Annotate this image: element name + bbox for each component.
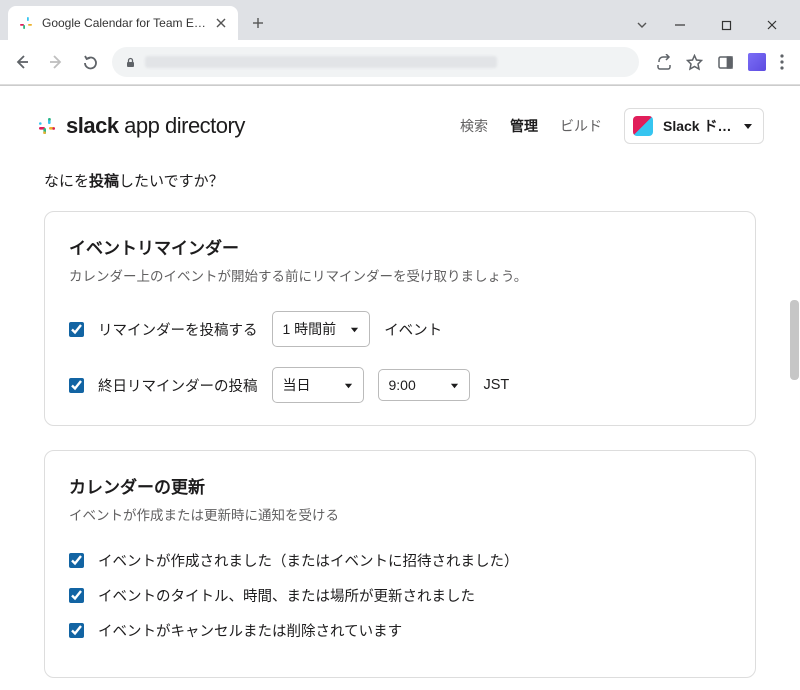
lock-icon	[124, 56, 137, 69]
reminder-subtitle: カレンダー上のイベントが開始する前にリマインダーを受け取りましょう。	[69, 265, 731, 285]
update-label: イベントがキャンセルまたは削除されています	[98, 620, 402, 641]
nav-build[interactable]: ビルド	[560, 116, 602, 136]
update-label: イベントのタイトル、時間、または場所が更新されました	[98, 585, 475, 606]
caret-down-icon	[743, 121, 753, 131]
nav-search[interactable]: 検索	[460, 116, 488, 136]
caret-down-icon	[344, 381, 353, 390]
share-icon[interactable]	[655, 54, 672, 71]
update-checkbox-updated[interactable]	[69, 588, 84, 603]
allday-reminder-label: 終日リマインダーの投稿	[98, 375, 258, 396]
workspace-icon	[633, 116, 653, 136]
browser-toolbar	[0, 40, 800, 85]
tab-overflow-icon[interactable]	[630, 10, 654, 40]
url-blurred	[145, 56, 497, 68]
caret-down-icon	[350, 325, 359, 334]
browser-chrome: Google Calendar for Team Events	[0, 0, 800, 86]
tab-close-icon[interactable]	[214, 16, 228, 30]
menu-kebab-icon[interactable]	[780, 54, 784, 70]
browser-titlebar: Google Calendar for Team Events	[0, 0, 800, 40]
allday-reminder-checkbox[interactable]	[69, 378, 84, 393]
content-area: なにを投稿したいですか？ イベントリマインダー カレンダー上のイベントが開始する…	[0, 158, 800, 690]
browser-tab[interactable]: Google Calendar for Team Events	[8, 6, 238, 40]
update-row-2: イベントがキャンセルまたは削除されています	[69, 620, 731, 641]
workspace-name: Slack ドク...	[663, 116, 733, 136]
update-label: イベントが作成されました（またはイベントに招待されました）	[98, 550, 519, 571]
nav-manage[interactable]: 管理	[510, 116, 538, 136]
scrollbar-thumb[interactable]	[790, 300, 799, 380]
allday-time-select[interactable]: 9:00	[378, 369, 470, 401]
reminder-post-checkbox[interactable]	[69, 322, 84, 337]
reminder-post-label: リマインダーを投稿する	[98, 319, 258, 340]
reload-button[interactable]	[78, 50, 102, 74]
new-tab-button[interactable]	[244, 9, 272, 37]
window-close-button[interactable]	[752, 10, 792, 40]
profile-avatar[interactable]	[748, 53, 766, 71]
window-maximize-button[interactable]	[706, 10, 746, 40]
card-calendar-updates: カレンダーの更新 イベントが作成または更新時に通知を受ける イベントが作成されま…	[44, 450, 756, 678]
back-button[interactable]	[10, 50, 34, 74]
side-panel-icon[interactable]	[717, 54, 734, 71]
toolbar-icons	[649, 53, 790, 71]
timezone-label: JST	[484, 377, 510, 393]
tab-title: Google Calendar for Team Events	[42, 16, 206, 30]
section-question: なにを投稿したいですか？	[44, 170, 756, 191]
forward-button[interactable]	[44, 50, 68, 74]
update-row-0: イベントが作成されました（またはイベントに招待されました）	[69, 550, 731, 571]
select-value: 9:00	[389, 377, 416, 393]
workspace-switcher[interactable]: Slack ドク...	[624, 108, 764, 144]
updates-title: カレンダーの更新	[69, 473, 731, 498]
update-checkbox-cancelled[interactable]	[69, 623, 84, 638]
reminder-time-select[interactable]: 1 時間前	[272, 311, 371, 347]
address-bar[interactable]	[112, 47, 639, 77]
reminder-suffix: イベント	[384, 319, 442, 340]
reminder-row-1: リマインダーを投稿する 1 時間前 イベント	[69, 311, 731, 347]
slack-header: slack app directory 検索 管理 ビルド Slack ドク..…	[0, 86, 800, 158]
reminder-row-2: 終日リマインダーの投稿 当日 9:00 JST	[69, 367, 731, 403]
allday-day-select[interactable]: 当日	[272, 367, 364, 403]
page-body: slack app directory 検索 管理 ビルド Slack ドク..…	[0, 86, 800, 690]
caret-down-icon	[450, 381, 459, 390]
logo-text: slack app directory	[66, 113, 245, 139]
updates-subtitle: イベントが作成または更新時に通知を受ける	[69, 504, 731, 524]
reminder-title: イベントリマインダー	[69, 234, 731, 259]
select-value: 当日	[283, 375, 311, 395]
star-icon[interactable]	[686, 54, 703, 71]
slack-favicon-icon	[18, 15, 34, 31]
update-row-1: イベントのタイトル、時間、または場所が更新されました	[69, 585, 731, 606]
window-controls	[630, 10, 792, 40]
card-event-reminder: イベントリマインダー カレンダー上のイベントが開始する前にリマインダーを受け取り…	[44, 211, 756, 426]
update-checkbox-created[interactable]	[69, 553, 84, 568]
slack-mark-icon	[36, 115, 58, 137]
select-value: 1 時間前	[283, 319, 337, 339]
slack-logo[interactable]: slack app directory	[36, 113, 245, 139]
window-minimize-button[interactable]	[660, 10, 700, 40]
